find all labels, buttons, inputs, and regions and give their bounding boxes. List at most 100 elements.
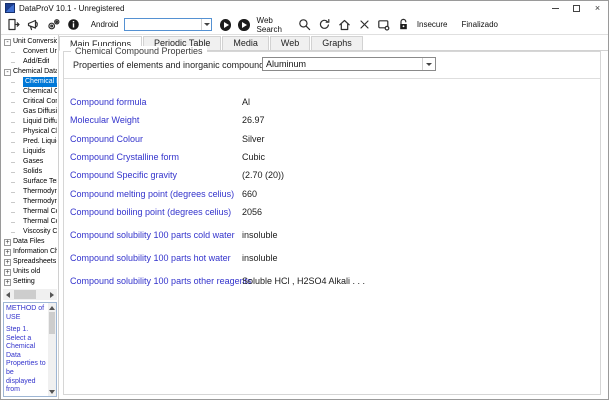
refresh-icon <box>319 19 330 29</box>
minimize-icon <box>552 7 559 9</box>
exit-button[interactable] <box>7 17 21 32</box>
search-button[interactable] <box>297 17 311 32</box>
property-value: insoluble <box>242 230 278 240</box>
info-button[interactable] <box>67 17 81 32</box>
property-row: Compound formula Al <box>64 97 600 108</box>
tree-item-critical-constants[interactable]: Critical Const <box>3 97 57 107</box>
settings-button[interactable] <box>47 17 61 32</box>
tree-expand-icon[interactable]: + <box>4 258 11 266</box>
property-row: Compound Specific gravity (2.70 (20)) <box>64 170 600 181</box>
capture-button[interactable] <box>377 17 391 32</box>
tree-item-thermodynamics-1[interactable]: Thermodynam <box>3 187 57 197</box>
property-row: Molecular Weight 26.97 <box>64 115 600 126</box>
tree-item-data-files[interactable]: + Data Files <box>3 237 57 247</box>
tree-expand-icon[interactable]: + <box>4 248 11 256</box>
method-vertical-scrollbar[interactable] <box>48 303 56 396</box>
tree-item-chemical-data[interactable]: - Chemical Data <box>3 67 57 77</box>
compound-combobox[interactable]: Aluminum <box>262 57 436 71</box>
refresh-button[interactable] <box>317 17 331 32</box>
tree-item-convert-unit[interactable]: Convert Unit <box>3 47 57 57</box>
tree-item-pred-liquid[interactable]: Pred. Liquid H <box>3 137 57 147</box>
unlock-icon <box>400 18 408 30</box>
tree-item-solids[interactable]: Solids <box>3 167 57 177</box>
combo-dropdown-button[interactable] <box>201 19 211 30</box>
gears-icon <box>48 19 60 30</box>
play-icon <box>223 21 229 28</box>
tree-item-add-edit[interactable]: Add/Edit <box>3 57 57 67</box>
play-icon <box>241 21 247 28</box>
tree-item-chemical-inorganic[interactable]: Chemical Inor <box>3 77 57 87</box>
tree-item-viscosity-calc[interactable]: Viscosity Calc <box>3 227 57 237</box>
toolbar: Android Web Search Insecure Finalizado <box>1 15 608 34</box>
go-button-2[interactable] <box>238 18 250 31</box>
search-icon <box>298 19 310 31</box>
minimize-button[interactable] <box>545 2 566 15</box>
title-bar: DataProV 10.1 - Unregistered × <box>1 1 608 15</box>
search-input[interactable] <box>125 19 202 30</box>
property-row: Compound solubility 100 parts cold water… <box>64 230 600 241</box>
scroll-left-button[interactable] <box>3 289 13 300</box>
tree-item-information-chart[interactable]: +Information Chart <box>3 247 57 257</box>
property-value: Silver <box>242 134 265 144</box>
tree-item-unit-conversions[interactable]: -Unit Conversions <box>3 37 57 47</box>
combo-dropdown-button[interactable] <box>422 58 435 70</box>
home-button[interactable] <box>337 17 351 32</box>
close-x-icon <box>359 20 369 29</box>
compound-combobox-value: Aluminum <box>266 59 307 69</box>
tree-item-thermal-conductivity-2[interactable]: Thermal Cond <box>3 217 57 227</box>
scroll-right-button[interactable] <box>47 289 57 300</box>
tree-item-surface-tension[interactable]: Surface Tensi <box>3 177 57 187</box>
tree-expand-icon[interactable]: + <box>4 278 11 286</box>
property-label: Compound solubility 100 parts other reag… <box>70 276 252 286</box>
tab-web[interactable]: Web <box>269 36 311 50</box>
info-icon <box>68 19 80 30</box>
stop-button[interactable] <box>357 17 371 32</box>
property-label: Molecular Weight <box>70 115 140 125</box>
tree-item-thermodynamics-2[interactable]: Thermodynam <box>3 197 57 207</box>
home-icon <box>338 19 350 31</box>
tree-collapse-icon[interactable]: - <box>4 38 11 46</box>
announcement-button[interactable] <box>27 17 41 32</box>
property-value: 2056 <box>242 207 263 217</box>
search-combobox[interactable] <box>124 18 213 31</box>
scroll-down-button[interactable] <box>48 387 56 396</box>
megaphone-icon <box>28 19 39 31</box>
maximize-button[interactable] <box>566 2 587 15</box>
close-button[interactable]: × <box>587 2 608 15</box>
tree-expand-icon[interactable]: + <box>4 238 11 246</box>
security-button[interactable] <box>397 17 411 32</box>
tree-horizontal-scrollbar[interactable] <box>3 289 57 300</box>
property-value: 26.97 <box>242 115 265 125</box>
property-row: Compound Colour Silver <box>64 134 600 145</box>
tree-item-thermal-conductivity-1[interactable]: Thermal Cond <box>3 207 57 217</box>
tree-collapse-icon[interactable]: - <box>4 68 11 76</box>
property-value: Cubic <box>242 152 266 162</box>
tree-item-chemical-organic[interactable]: Chemical Org <box>3 87 57 97</box>
tree-item-gas-diffusivity[interactable]: Gas Diffusivit <box>3 107 57 117</box>
window-title: DataProV 10.1 - Unregistered <box>19 3 125 13</box>
scrollbar-thumb[interactable] <box>49 312 55 334</box>
property-value: insoluble <box>242 253 278 263</box>
property-label: Compound Colour <box>70 134 144 144</box>
property-label: Compound Crystalline form <box>70 152 180 162</box>
chevron-down-icon <box>203 23 210 26</box>
scrollbar-thumb[interactable] <box>14 290 36 299</box>
app-window: DataProV 10.1 - Unregistered × Android W… <box>0 0 609 400</box>
method-of-use-panel: METHOD of USE Step 1. Select a Chemical … <box>3 302 57 397</box>
tree-item-spreadsheets[interactable]: + Spreadsheets <box>3 257 57 267</box>
tree-item-liquids[interactable]: Liquids <box>3 147 57 157</box>
main-area: -Unit Conversions Convert Unit Add/Edit … <box>1 34 608 399</box>
tree-item-units-old[interactable]: + Units old <box>3 267 57 277</box>
tab-media[interactable]: Media <box>222 36 269 50</box>
tree-item-liquid-diffusivity[interactable]: Liquid Diffusi <box>3 117 57 127</box>
go-button-1[interactable] <box>220 18 232 31</box>
tree-item-gases[interactable]: Gases <box>3 157 57 167</box>
tab-graphs[interactable]: Graphs <box>311 36 363 50</box>
tree-item-physical-chemistry[interactable]: Physical Cher <box>3 127 57 137</box>
tree-expand-icon[interactable]: + <box>4 268 11 276</box>
maximize-icon <box>573 4 580 12</box>
property-value: (2.70 (20)) <box>242 170 285 180</box>
scroll-up-button[interactable] <box>48 303 56 312</box>
tree-item-setting[interactable]: + Setting <box>3 277 57 287</box>
property-label: Compound boiling point (degrees celius) <box>70 207 232 217</box>
